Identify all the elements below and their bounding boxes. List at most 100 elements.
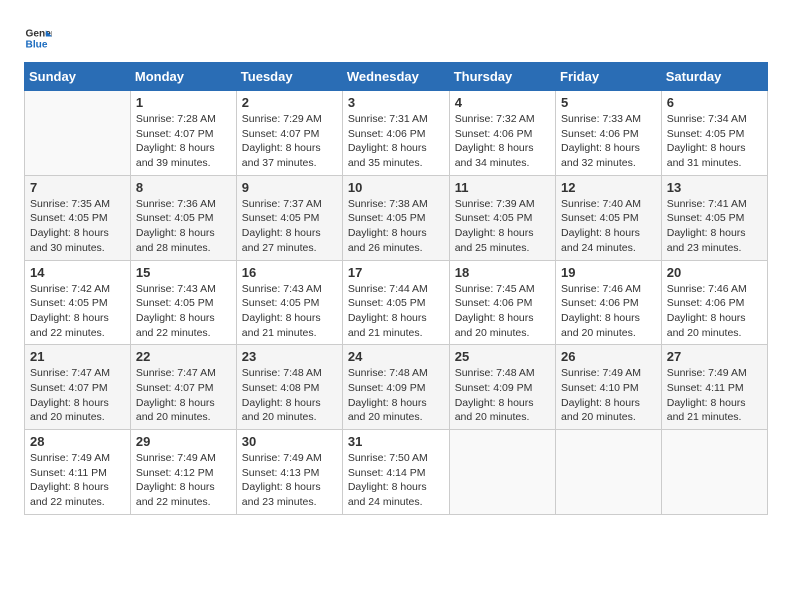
day-cell: 18 Sunrise: 7:45 AMSunset: 4:06 PMDayligh… [449,260,555,345]
header-cell-saturday: Saturday [661,63,767,91]
day-detail: Sunrise: 7:41 AMSunset: 4:05 PMDaylight:… [667,197,762,256]
day-number: 8 [136,180,231,195]
day-cell: 1 Sunrise: 7:28 AMSunset: 4:07 PMDaylight… [130,91,236,176]
day-detail: Sunrise: 7:49 AMSunset: 4:11 PMDaylight:… [667,366,762,425]
day-cell: 21 Sunrise: 7:47 AMSunset: 4:07 PMDayligh… [25,345,131,430]
day-detail: Sunrise: 7:37 AMSunset: 4:05 PMDaylight:… [242,197,337,256]
day-number: 30 [242,434,337,449]
day-number: 21 [30,349,125,364]
day-number: 20 [667,265,762,280]
svg-text:Blue: Blue [26,39,48,50]
day-detail: Sunrise: 7:48 AMSunset: 4:09 PMDaylight:… [348,366,444,425]
day-cell: 15Sunrise: 7:43 AMSunset: 4:05 PMDayligh… [130,260,236,345]
header: General Blue [24,20,768,52]
day-detail: Sunrise: 7:45 AMSunset: 4:06 PMDaylight:… [455,282,550,341]
day-cell: 27 Sunrise: 7:49 AMSunset: 4:11 PMDayligh… [661,345,767,430]
header-cell-wednesday: Wednesday [342,63,449,91]
day-detail: Sunrise: 7:48 AMSunset: 4:09 PMDaylight:… [455,366,550,425]
header-cell-tuesday: Tuesday [236,63,342,91]
day-number: 14 [30,265,125,280]
day-number: 10 [348,180,444,195]
day-number: 12 [561,180,656,195]
day-detail: Sunrise: 7:47 AMSunset: 4:07 PMDaylight:… [30,366,125,425]
day-detail: Sunrise: 7:46 AMSunset: 4:06 PMDaylight:… [561,282,656,341]
day-detail: Sunrise: 7:49 AMSunset: 4:11 PMDaylight:… [30,451,125,510]
day-detail: Sunrise: 7:50 AMSunset: 4:14 PMDaylight:… [348,451,444,510]
day-detail: Sunrise: 7:44 AMSunset: 4:05 PMDaylight:… [348,282,444,341]
day-number: 7 [30,180,125,195]
day-cell: 2 Sunrise: 7:29 AMSunset: 4:07 PMDaylight… [236,91,342,176]
day-detail: Sunrise: 7:49 AMSunset: 4:12 PMDaylight:… [136,451,231,510]
day-cell: 31 Sunrise: 7:50 AMSunset: 4:14 PMDayligh… [342,430,449,515]
day-detail: Sunrise: 7:28 AMSunset: 4:07 PMDaylight:… [136,112,231,171]
day-detail: Sunrise: 7:40 AMSunset: 4:05 PMDaylight:… [561,197,656,256]
header-row: SundayMondayTuesdayWednesdayThursdayFrid… [25,63,768,91]
day-detail: Sunrise: 7:36 AMSunset: 4:05 PMDaylight:… [136,197,231,256]
day-detail: Sunrise: 7:49 AMSunset: 4:10 PMDaylight:… [561,366,656,425]
day-detail: Sunrise: 7:31 AMSunset: 4:06 PMDaylight:… [348,112,444,171]
day-number: 23 [242,349,337,364]
day-number: 9 [242,180,337,195]
day-cell [556,430,662,515]
day-detail: Sunrise: 7:34 AMSunset: 4:05 PMDaylight:… [667,112,762,171]
week-row-3: 21 Sunrise: 7:47 AMSunset: 4:07 PMDayligh… [25,345,768,430]
header-cell-friday: Friday [556,63,662,91]
day-cell: 5 Sunrise: 7:33 AMSunset: 4:06 PMDaylight… [556,91,662,176]
day-cell [661,430,767,515]
day-cell: 6 Sunrise: 7:34 AMSunset: 4:05 PMDaylight… [661,91,767,176]
day-cell: 25Sunrise: 7:48 AMSunset: 4:09 PMDayligh… [449,345,555,430]
day-cell [25,91,131,176]
day-number: 2 [242,95,337,110]
day-number: 22 [136,349,231,364]
day-number: 1 [136,95,231,110]
day-number: 6 [667,95,762,110]
day-cell: 13 Sunrise: 7:41 AMSunset: 4:05 PMDayligh… [661,175,767,260]
day-number: 5 [561,95,656,110]
day-number: 17 [348,265,444,280]
logo-icon: General Blue [24,24,52,52]
day-cell: 14 Sunrise: 7:42 AMSunset: 4:05 PMDayligh… [25,260,131,345]
day-cell: 28 Sunrise: 7:49 AMSunset: 4:11 PMDayligh… [25,430,131,515]
day-detail: Sunrise: 7:46 AMSunset: 4:06 PMDaylight:… [667,282,762,341]
day-detail: Sunrise: 7:42 AMSunset: 4:05 PMDaylight:… [30,282,125,341]
day-cell: 16 Sunrise: 7:43 AMSunset: 4:05 PMDayligh… [236,260,342,345]
day-number: 18 [455,265,550,280]
day-detail: Sunrise: 7:48 AMSunset: 4:08 PMDaylight:… [242,366,337,425]
day-cell: 22 Sunrise: 7:47 AMSunset: 4:07 PMDayligh… [130,345,236,430]
header-cell-sunday: Sunday [25,63,131,91]
day-cell [449,430,555,515]
day-number: 15 [136,265,231,280]
header-cell-monday: Monday [130,63,236,91]
day-number: 27 [667,349,762,364]
day-cell: 3Sunrise: 7:31 AMSunset: 4:06 PMDaylight… [342,91,449,176]
day-detail: Sunrise: 7:33 AMSunset: 4:06 PMDaylight:… [561,112,656,171]
day-detail: Sunrise: 7:49 AMSunset: 4:13 PMDaylight:… [242,451,337,510]
week-row-4: 28 Sunrise: 7:49 AMSunset: 4:11 PMDayligh… [25,430,768,515]
day-cell: 10 Sunrise: 7:38 AMSunset: 4:05 PMDayligh… [342,175,449,260]
day-detail: Sunrise: 7:29 AMSunset: 4:07 PMDaylight:… [242,112,337,171]
logo: General Blue [24,24,56,52]
day-detail: Sunrise: 7:47 AMSunset: 4:07 PMDaylight:… [136,366,231,425]
week-row-0: 1 Sunrise: 7:28 AMSunset: 4:07 PMDaylight… [25,91,768,176]
day-number: 29 [136,434,231,449]
day-number: 26 [561,349,656,364]
day-number: 31 [348,434,444,449]
calendar-table: SundayMondayTuesdayWednesdayThursdayFrid… [24,62,768,515]
day-cell: 7 Sunrise: 7:35 AMSunset: 4:05 PMDaylight… [25,175,131,260]
day-cell: 4 Sunrise: 7:32 AMSunset: 4:06 PMDaylight… [449,91,555,176]
day-detail: Sunrise: 7:38 AMSunset: 4:05 PMDaylight:… [348,197,444,256]
day-cell: 12 Sunrise: 7:40 AMSunset: 4:05 PMDayligh… [556,175,662,260]
day-number: 13 [667,180,762,195]
day-cell: 30 Sunrise: 7:49 AMSunset: 4:13 PMDayligh… [236,430,342,515]
day-number: 4 [455,95,550,110]
week-row-2: 14 Sunrise: 7:42 AMSunset: 4:05 PMDayligh… [25,260,768,345]
day-detail: Sunrise: 7:35 AMSunset: 4:05 PMDaylight:… [30,197,125,256]
day-cell: 26 Sunrise: 7:49 AMSunset: 4:10 PMDayligh… [556,345,662,430]
day-detail: Sunrise: 7:43 AMSunset: 4:05 PMDaylight:… [242,282,337,341]
day-detail: Sunrise: 7:32 AMSunset: 4:06 PMDaylight:… [455,112,550,171]
day-cell: 9 Sunrise: 7:37 AMSunset: 4:05 PMDaylight… [236,175,342,260]
day-number: 16 [242,265,337,280]
day-cell: 23 Sunrise: 7:48 AMSunset: 4:08 PMDayligh… [236,345,342,430]
day-number: 28 [30,434,125,449]
day-cell: 29 Sunrise: 7:49 AMSunset: 4:12 PMDayligh… [130,430,236,515]
